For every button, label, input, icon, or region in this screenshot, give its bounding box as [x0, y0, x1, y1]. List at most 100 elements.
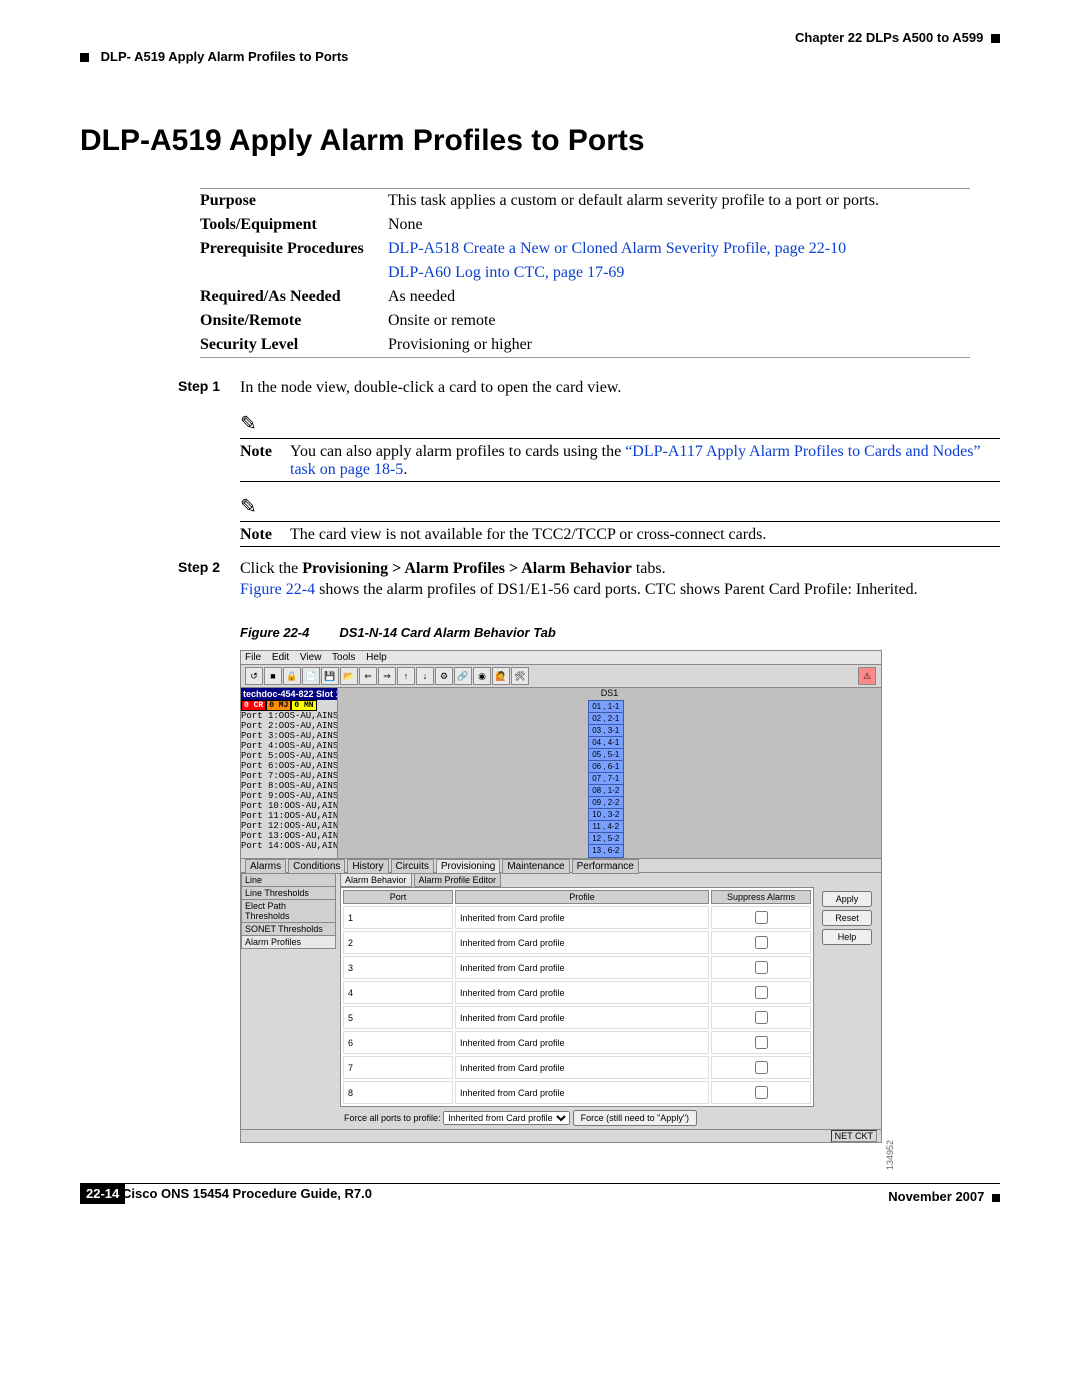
table-row[interactable]: 5Inherited from Card profile [343, 1006, 811, 1029]
tab-maintenance[interactable]: Maintenance [502, 859, 569, 874]
alarm-grid[interactable]: Port Profile Suppress Alarms 1Inherited … [340, 887, 814, 1107]
port-item: Port 9:OOS-AU,AINS [241, 791, 337, 801]
figure-ref-link[interactable]: Figure 22-4 [240, 581, 315, 598]
required-value: As needed [388, 285, 970, 309]
side-tab[interactable]: Alarm Profiles [241, 935, 336, 949]
port-item: Port 14:OOS-AU,AIN [241, 841, 337, 851]
card-port[interactable]: 13 , 6-2 [588, 844, 624, 858]
reset-button[interactable]: Reset [822, 910, 872, 926]
menubar[interactable]: File Edit View Tools Help [241, 651, 881, 665]
suppress-checkbox[interactable] [755, 1036, 768, 1049]
toolbar-button[interactable]: ◉ [473, 667, 491, 685]
toolbar-button[interactable]: ↓ [416, 667, 434, 685]
toolbar-button[interactable]: ⚙ [435, 667, 453, 685]
table-row[interactable]: 2Inherited from Card profile [343, 931, 811, 954]
purpose-value: This task applies a custom or default al… [388, 189, 970, 214]
suppress-checkbox[interactable] [755, 936, 768, 949]
onsite-value: Onsite or remote [388, 309, 970, 333]
header-square-icon [991, 34, 1000, 43]
side-tab[interactable]: Elect Path Thresholds [241, 899, 336, 923]
badge-mn: 0 MN [291, 700, 316, 711]
status-bar: NET CKT [241, 1129, 881, 1142]
note-rule [240, 481, 1000, 482]
required-label: Required/As Needed [200, 285, 388, 309]
side-tabs[interactable]: LineLine ThresholdsElect Path Thresholds… [241, 873, 336, 1129]
tab-performance[interactable]: Performance [572, 859, 639, 874]
toolbar-button[interactable]: ■ [264, 667, 282, 685]
note-rule [240, 521, 1000, 522]
toolbar-button[interactable]: ↑ [397, 667, 415, 685]
toolbar-button[interactable]: 🙋 [492, 667, 510, 685]
prereq-link-1[interactable]: DLP-A518 Create a New or Cloned Alarm Se… [388, 240, 846, 257]
col-port[interactable]: Port [343, 890, 453, 904]
col-suppress[interactable]: Suppress Alarms [711, 890, 811, 904]
tab-circuits[interactable]: Circuits [391, 859, 434, 874]
port-item: Port 8:OOS-AU,AINS [241, 781, 337, 791]
step-2-text: Click the Provisioning > Alarm Profiles … [240, 559, 1000, 601]
tab-history[interactable]: History [347, 859, 388, 874]
tools-label: Tools/Equipment [200, 213, 388, 237]
help-button[interactable]: Help [822, 929, 872, 945]
col-profile[interactable]: Profile [455, 890, 709, 904]
table-row[interactable]: 3Inherited from Card profile [343, 956, 811, 979]
toolbar-button[interactable]: 💾 [321, 667, 339, 685]
side-tab[interactable]: SONET Thresholds [241, 922, 336, 936]
header-square-icon [80, 53, 89, 62]
port-item: Port 3:OOS-AU,AINS [241, 731, 337, 741]
suppress-checkbox[interactable] [755, 1011, 768, 1024]
note-label: Note [240, 526, 290, 544]
sub-tab[interactable]: Alarm Behavior [340, 873, 412, 887]
toolbar-button[interactable]: ⇒ [378, 667, 396, 685]
table-row[interactable]: 1Inherited from Card profile [343, 906, 811, 929]
side-tab[interactable]: Line Thresholds [241, 886, 336, 900]
page-title: DLP-A519 Apply Alarm Profiles to Ports [80, 124, 1000, 158]
info-table: Purpose This task applies a custom or de… [200, 188, 970, 358]
toolbar-button[interactable]: 📂 [340, 667, 358, 685]
tab-alarms[interactable]: Alarms [245, 859, 286, 874]
alert-icon[interactable]: ⚠ [858, 667, 876, 685]
suppress-checkbox[interactable] [755, 986, 768, 999]
table-row[interactable]: 7Inherited from Card profile [343, 1056, 811, 1079]
suppress-checkbox[interactable] [755, 961, 768, 974]
force-select[interactable]: Inherited from Card profile [443, 1111, 570, 1125]
pencil-icon: ✎ [240, 413, 257, 435]
apply-button[interactable]: Apply [822, 891, 872, 907]
suppress-checkbox[interactable] [755, 1061, 768, 1074]
footer-guide-title: Cisco ONS 15454 Procedure Guide, R7.0 [122, 1186, 1000, 1201]
menu-edit[interactable]: Edit [272, 652, 289, 663]
suppress-checkbox[interactable] [755, 911, 768, 924]
toolbar-button[interactable]: 🔗 [454, 667, 472, 685]
figure-id: 134952 [885, 1140, 895, 1170]
toolbar-button[interactable]: 🔒 [283, 667, 301, 685]
port-item: Port 11:OOS-AU,AIN [241, 811, 337, 821]
tab-provisioning[interactable]: Provisioning [436, 859, 500, 874]
table-row[interactable]: 6Inherited from Card profile [343, 1031, 811, 1054]
menu-help[interactable]: Help [366, 652, 387, 663]
table-row[interactable]: 8Inherited from Card profile [343, 1081, 811, 1104]
side-tab[interactable]: Line [241, 873, 336, 887]
prereq-link-2[interactable]: DLP-A60 Log into CTC, page 17-69 [388, 264, 624, 281]
toolbar-button[interactable]: 🛠 [511, 667, 529, 685]
tab-conditions[interactable]: Conditions [288, 859, 345, 874]
note-rule [240, 546, 1000, 547]
purpose-label: Purpose [200, 189, 388, 214]
chapter-label: Chapter 22 DLPs A500 to A599 [795, 30, 983, 45]
force-button[interactable]: Force (still need to "Apply") [573, 1110, 697, 1126]
toolbar[interactable]: ↺ ■ 🔒 📄 💾 📂 ⇐ ⇒ ↑ ↓ ⚙ 🔗 ◉ 🙋 🛠 ⚠ [241, 665, 881, 688]
table-row[interactable]: 4Inherited from Card profile [343, 981, 811, 1004]
menu-tools[interactable]: Tools [332, 652, 355, 663]
security-value: Provisioning or higher [388, 333, 970, 358]
port-item: Port 5:OOS-AU,AINS [241, 751, 337, 761]
main-tabs[interactable]: AlarmsConditionsHistoryCircuitsProvision… [241, 858, 881, 872]
menu-file[interactable]: File [245, 652, 261, 663]
toolbar-button[interactable]: 📄 [302, 667, 320, 685]
toolbar-button[interactable]: ↺ [245, 667, 263, 685]
note-label: Note [240, 443, 290, 479]
menu-view[interactable]: View [300, 652, 322, 663]
suppress-checkbox[interactable] [755, 1086, 768, 1099]
port-item: Port 2:OOS-AU,AINS [241, 721, 337, 731]
footer-square-icon [992, 1194, 1000, 1202]
sub-tabs[interactable]: Alarm BehaviorAlarm Profile Editor [336, 873, 881, 887]
toolbar-button[interactable]: ⇐ [359, 667, 377, 685]
sub-tab[interactable]: Alarm Profile Editor [414, 873, 502, 887]
